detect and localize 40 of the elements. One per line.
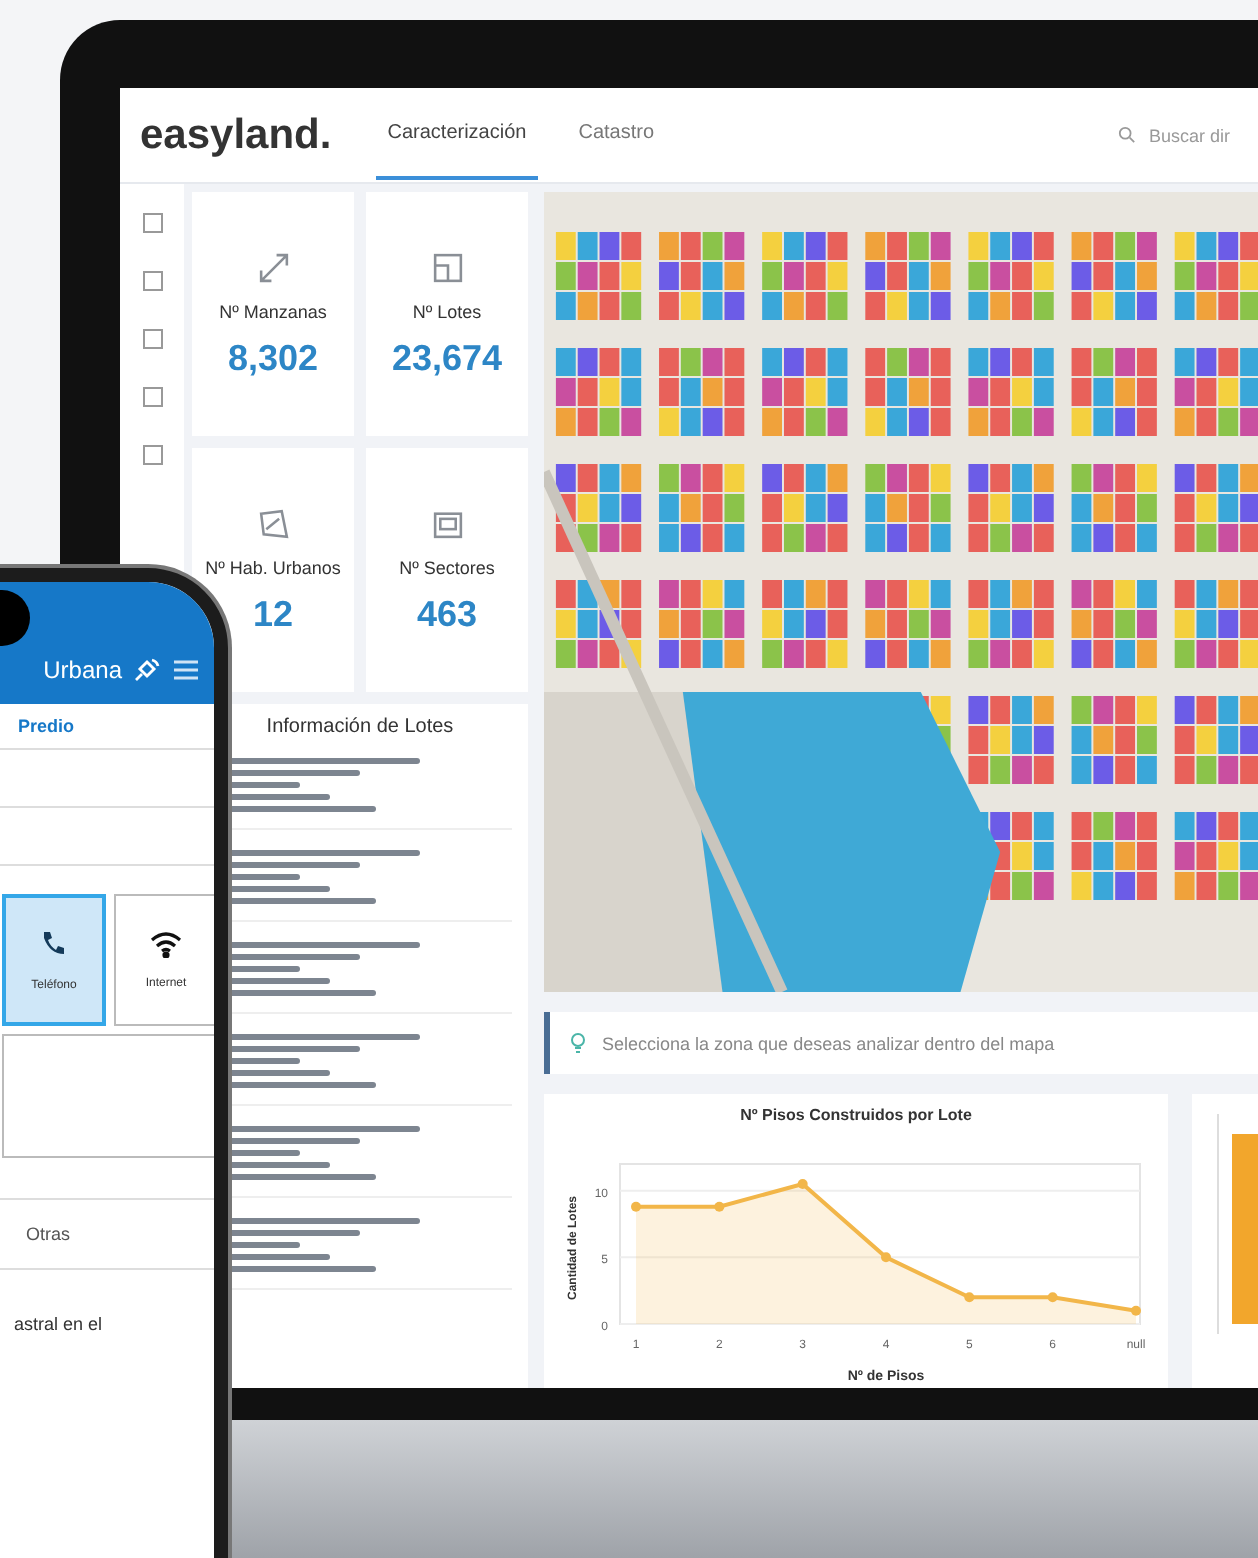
data-point — [1131, 1305, 1141, 1316]
nav-icon[interactable] — [141, 328, 163, 350]
lightbulb-icon — [570, 1032, 586, 1054]
data-point — [797, 1179, 808, 1189]
phone-icon — [38, 928, 70, 960]
satellite-icon — [134, 656, 162, 684]
stat-value: 463 — [416, 593, 478, 635]
stat-label: Nº Manzanas — [217, 301, 329, 321]
app-title: Urbana — [43, 656, 122, 684]
chart-title: Nº Pisos Construidos por Lote — [738, 1106, 974, 1124]
data-point — [881, 1252, 891, 1263]
menu-icon[interactable] — [174, 660, 198, 680]
stat-value: 23,674 — [391, 337, 503, 379]
note-text: astral en el — [12, 1312, 105, 1334]
stat-value: 12 — [252, 593, 294, 635]
stat-label: Nº Sectores — [397, 557, 497, 577]
nav-icon[interactable] — [141, 212, 163, 234]
app-logo: easyland. — [140, 111, 332, 159]
nav-icon[interactable] — [141, 270, 163, 292]
map-drawing[interactable] — [544, 192, 1258, 992]
section-tab[interactable]: Predio — [0, 704, 214, 750]
nav-tab[interactable]: Catastro — [566, 90, 667, 180]
data-point — [714, 1201, 725, 1212]
data-point — [1047, 1292, 1058, 1303]
stat-label: Nº Lotes — [410, 301, 484, 321]
data-point — [631, 1201, 641, 1212]
search-icon — [1118, 126, 1137, 144]
nav-icon[interactable] — [141, 386, 163, 408]
stat-icon — [255, 249, 291, 285]
stat-value: 8,302 — [227, 337, 319, 379]
panel-title: Información de Lotes — [264, 716, 456, 738]
wifi-icon — [150, 930, 182, 958]
hint-text: Selecciona la zona que deseas analizar dentro del mapa — [602, 1033, 1055, 1053]
nav-icon[interactable] — [141, 444, 163, 466]
data-point — [964, 1292, 975, 1303]
option-row[interactable]: Otras — [0, 1198, 214, 1270]
stat-icon — [255, 505, 291, 541]
nav-tab[interactable]: Caracterización — [375, 90, 539, 180]
stat-label: Nº Hab. Urbanos — [203, 557, 343, 577]
stat-icon — [429, 249, 465, 285]
